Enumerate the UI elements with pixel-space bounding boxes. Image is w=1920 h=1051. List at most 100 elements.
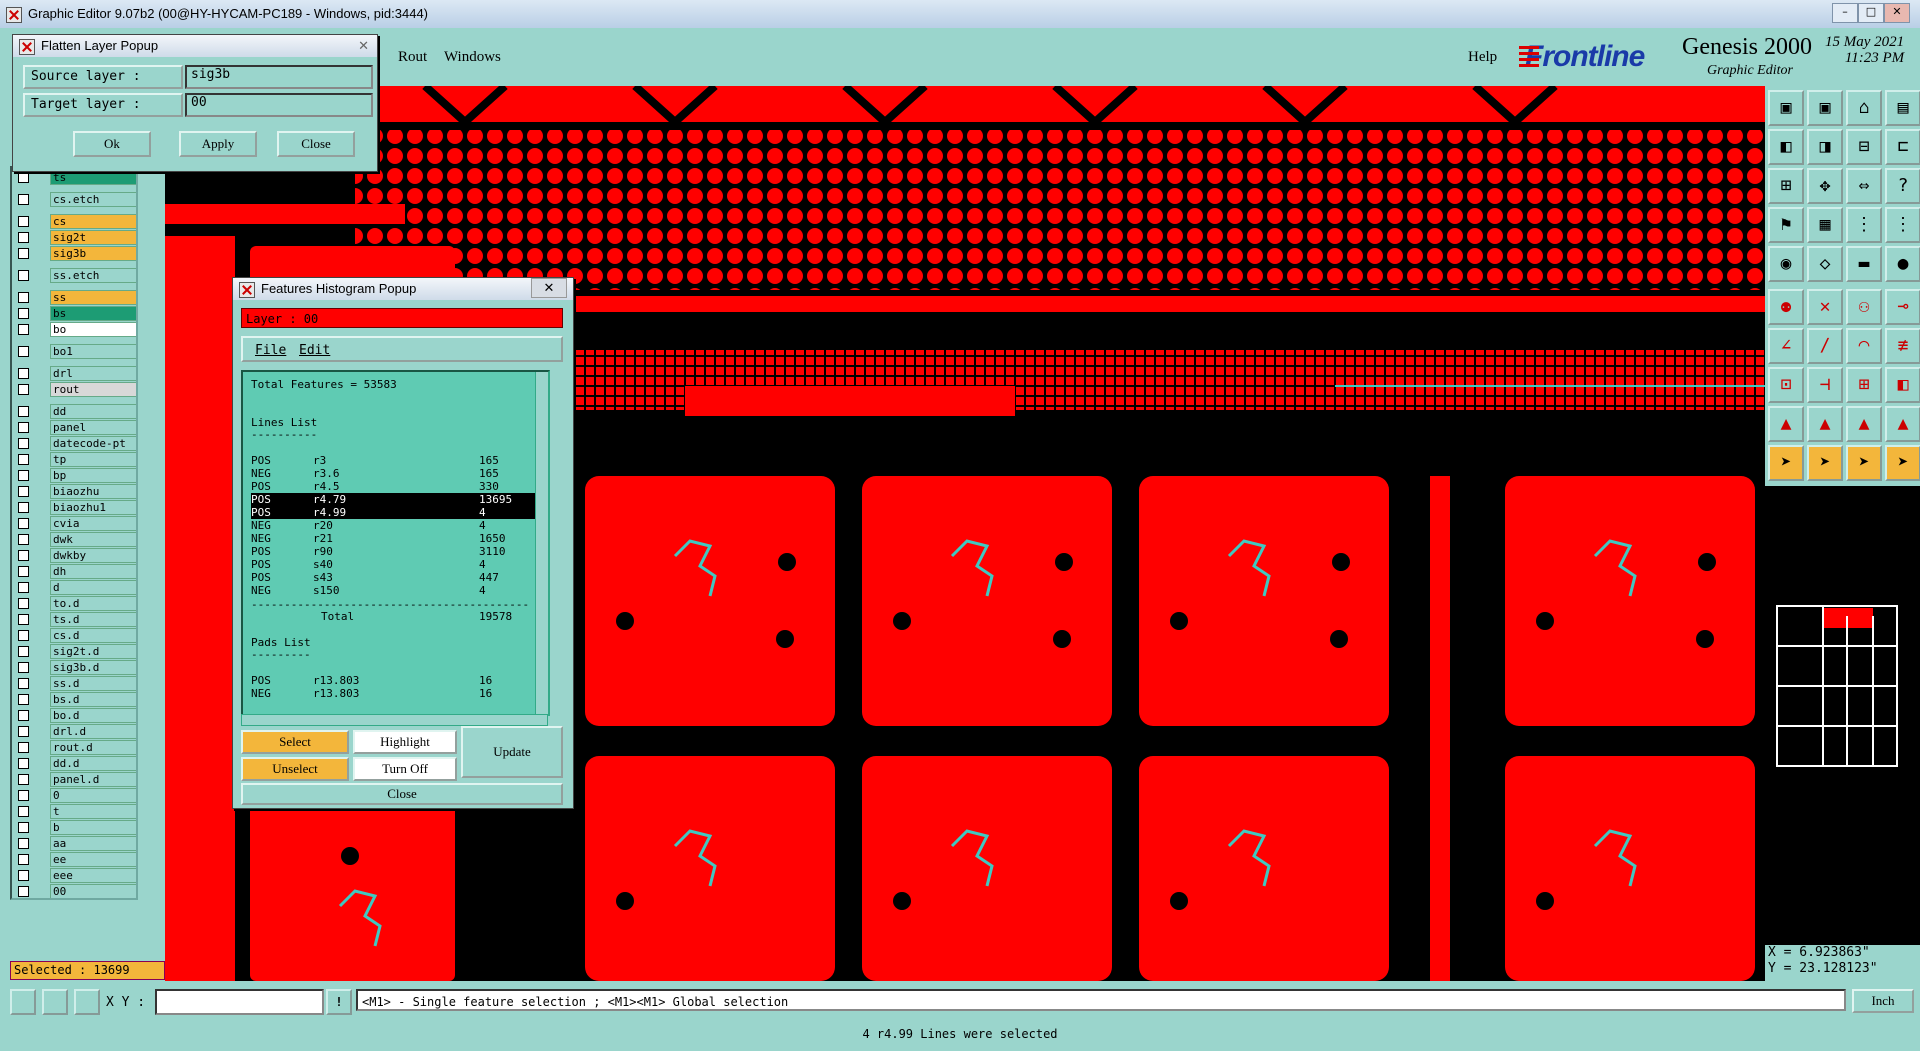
menu-windows[interactable]: Windows (444, 49, 501, 66)
layer-checkbox[interactable] (18, 758, 29, 769)
xy-input[interactable] (155, 989, 324, 1015)
layer-name[interactable]: dwk (50, 532, 136, 547)
layer-checkbox[interactable] (18, 486, 29, 497)
layer-row[interactable]: dwk (12, 532, 136, 547)
layer-name[interactable]: sig2t (50, 230, 136, 245)
layer-name[interactable]: ee (50, 852, 136, 867)
layer-row[interactable]: sig3b.d (12, 660, 136, 675)
layer-row[interactable]: 0 (12, 788, 136, 803)
layer-name[interactable]: ss (50, 290, 136, 305)
layer-checkbox[interactable] (18, 566, 29, 577)
histogram-row[interactable]: POS s40 4 (251, 558, 539, 571)
snap-icon[interactable] (10, 989, 36, 1015)
highlight-button[interactable]: Highlight (353, 730, 457, 754)
layer-row[interactable]: datecode-pt (12, 436, 136, 451)
layer-name[interactable]: sig3b.d (50, 660, 136, 675)
layer-name[interactable]: eee (50, 868, 136, 883)
layer-checkbox[interactable] (18, 248, 29, 259)
tool-icon[interactable]: ◧ (1885, 367, 1920, 403)
layer-name[interactable]: t (50, 804, 136, 819)
histogram-row[interactable]: POS r90 3110 (251, 545, 539, 558)
layer-row[interactable]: ee (12, 852, 136, 867)
layer-row[interactable]: bo (12, 322, 136, 337)
layer-row[interactable]: panel (12, 420, 136, 435)
tool-icon[interactable]: ⊣ (1807, 367, 1843, 403)
menu-rout[interactable]: Rout (398, 49, 427, 66)
layer-checkbox[interactable] (18, 774, 29, 785)
layer-checkbox[interactable] (18, 270, 29, 281)
histogram-row[interactable]: NEG r20 4 (251, 519, 539, 532)
histogram-close-icon[interactable]: ✕ (531, 278, 567, 298)
layer-row[interactable]: sig3b (12, 246, 136, 261)
layer-name[interactable]: d (50, 580, 136, 595)
tool-icon[interactable]: ⊟ (1846, 129, 1882, 165)
tool-icon[interactable]: ◨ (1807, 129, 1843, 165)
layer-name[interactable]: bs.d (50, 692, 136, 707)
layer-name[interactable]: datecode-pt (50, 436, 136, 451)
layer-row[interactable]: d (12, 580, 136, 595)
layer-checkbox[interactable] (18, 694, 29, 705)
layer-checkbox[interactable] (18, 438, 29, 449)
layer-row[interactable]: ss.etch (12, 268, 136, 283)
layer-checkbox[interactable] (18, 232, 29, 243)
layer-checkbox[interactable] (18, 308, 29, 319)
tool-icon[interactable]: ▲ (1885, 406, 1920, 442)
histogram-row[interactable]: POS r13.803 16 (251, 674, 539, 687)
layer-name[interactable]: rout.d (50, 740, 136, 755)
tool-icon[interactable]: ➤ (1846, 445, 1882, 481)
layer-name[interactable]: cs.etch (50, 192, 136, 207)
layer-row[interactable]: b (12, 820, 136, 835)
layer-row[interactable]: sig2t (12, 230, 136, 245)
layer-name[interactable]: bs (50, 306, 136, 321)
layer-name[interactable]: rout (50, 382, 136, 397)
layer-row[interactable]: bs.d (12, 692, 136, 707)
tool-icon[interactable]: ⚉ (1768, 289, 1804, 325)
layer-checkbox[interactable] (18, 886, 29, 897)
close-window-button[interactable]: ✕ (1884, 3, 1910, 23)
layer-name[interactable]: ss.etch (50, 268, 136, 283)
layer-checkbox[interactable] (18, 726, 29, 737)
layer-name[interactable]: panel.d (50, 772, 136, 787)
layer-name[interactable]: cs (50, 214, 136, 229)
histogram-close-button[interactable]: Close (241, 783, 563, 805)
histogram-hscrollbar[interactable] (241, 714, 548, 726)
flatten-close-icon[interactable]: ✕ (358, 35, 369, 57)
layer-row[interactable]: rout (12, 382, 136, 397)
layer-row[interactable]: dh (12, 564, 136, 579)
layer-list[interactable]: ts cs.etch cs sig2t sig3b ss.etch ss bs bo bo1 drl… (10, 166, 138, 900)
layer-checkbox[interactable] (18, 870, 29, 881)
grid-icon[interactable] (74, 989, 100, 1015)
tool-icon[interactable]: ⊡ (1768, 367, 1804, 403)
select-button[interactable]: Select (241, 730, 349, 754)
layer-name[interactable]: cs.d (50, 628, 136, 643)
layer-checkbox[interactable] (18, 678, 29, 689)
tool-icon[interactable]: ▲ (1768, 406, 1804, 442)
tool-icon[interactable]: ✥ (1807, 168, 1843, 204)
histogram-row[interactable]: NEG s150 4 (251, 584, 539, 597)
layer-row[interactable]: bp (12, 468, 136, 483)
layer-name[interactable]: bo1 (50, 344, 136, 359)
tool-icon[interactable]: ∕ (1807, 328, 1843, 364)
layer-name[interactable]: aa (50, 836, 136, 851)
target-layer-input[interactable]: 00 (185, 93, 373, 117)
tool-icon[interactable]: ✕ (1807, 289, 1843, 325)
layer-name[interactable]: dd.d (50, 756, 136, 771)
layer-row[interactable]: dd.d (12, 756, 136, 771)
tool-icon[interactable]: ▲ (1807, 406, 1843, 442)
layer-row[interactable]: cvia (12, 516, 136, 531)
layer-checkbox[interactable] (18, 534, 29, 545)
layer-row[interactable]: drl (12, 366, 136, 381)
tool-icon[interactable]: ⊞ (1846, 367, 1882, 403)
layer-checkbox[interactable] (18, 790, 29, 801)
layer-checkbox[interactable] (18, 854, 29, 865)
layer-checkbox[interactable] (18, 172, 29, 183)
layer-checkbox[interactable] (18, 406, 29, 417)
layer-checkbox[interactable] (18, 292, 29, 303)
histogram-row[interactable]: NEG r21 1650 (251, 532, 539, 545)
layer-row[interactable]: ts (12, 170, 136, 185)
tool-icon[interactable]: ◠ (1846, 328, 1882, 364)
layer-checkbox[interactable] (18, 384, 29, 395)
layer-name[interactable]: bo (50, 322, 136, 337)
layer-checkbox[interactable] (18, 710, 29, 721)
layer-row[interactable]: dwkby (12, 548, 136, 563)
